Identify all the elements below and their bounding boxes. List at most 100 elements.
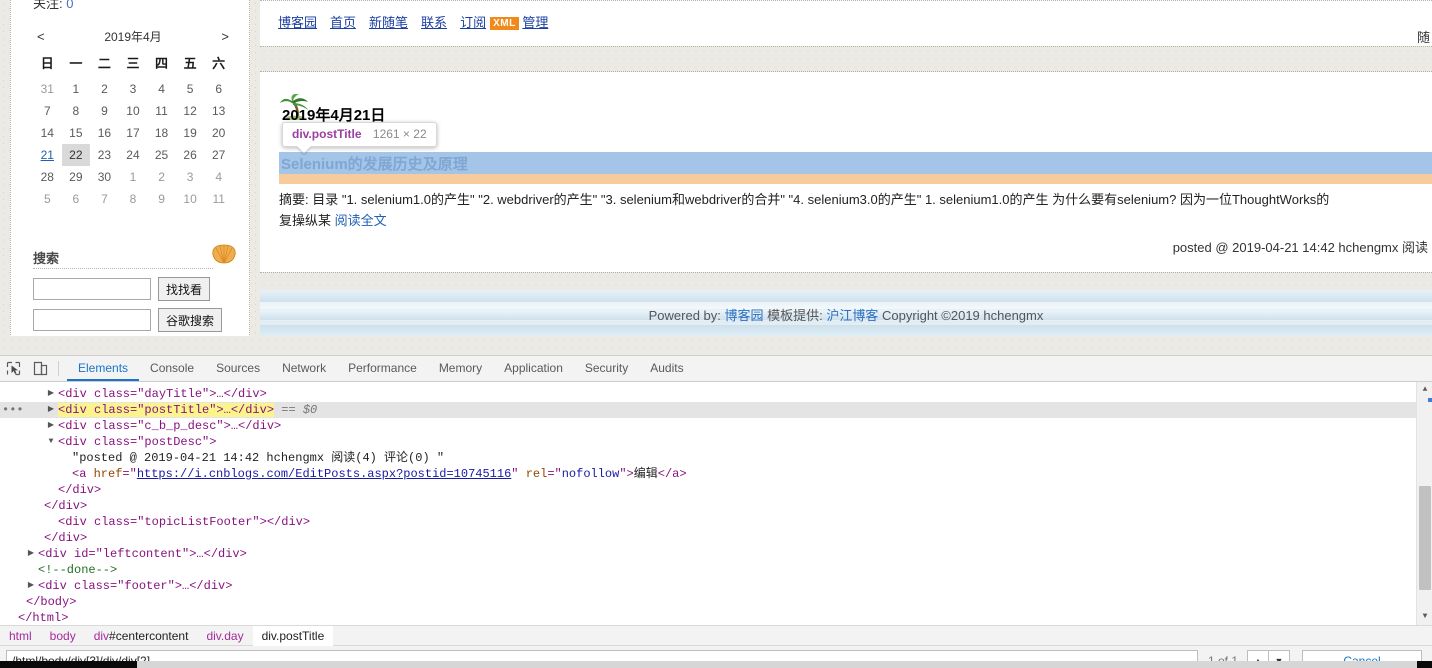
calendar-day-8: 8 — [129, 192, 137, 206]
device-toolbar-icon[interactable] — [27, 356, 54, 381]
dom-anchor-text: 编辑 — [633, 467, 658, 481]
nav-link-1[interactable]: 首页 — [330, 15, 356, 30]
dom-line-1-text: <div class="dayTitle">…</div> — [58, 387, 267, 401]
calendar-day-5: 5 — [43, 192, 51, 206]
calendar-day-6: 6 — [215, 82, 223, 96]
breadcrumb-div-day[interactable]: div.day — [197, 626, 252, 646]
calendar-day-10: 10 — [126, 104, 140, 118]
calendar-day-3: 3 — [129, 82, 137, 96]
devtools-tab-audits[interactable]: Audits — [639, 356, 694, 381]
calendar-week-row: 5 6 7 8 9 10 11 — [33, 188, 233, 210]
calendar-week-row: 21 22 23 24 25 26 27 — [33, 144, 233, 166]
dom-line[interactable]: <!--done--> — [0, 562, 1432, 578]
scroll-down-icon[interactable]: ▼ — [1417, 609, 1432, 625]
calendar-next-button[interactable]: > — [221, 29, 229, 44]
dom-line[interactable]: ▶ <div id="leftcontent">…</div> — [0, 546, 1432, 562]
expand-arrow-icon-3[interactable]: ▶ — [46, 418, 56, 434]
nav-link-5[interactable]: 管理 — [522, 15, 548, 30]
expand-arrow-icon-4[interactable]: ▶ — [26, 546, 36, 562]
dom-line[interactable]: <div class="topicListFooter"></div> — [0, 514, 1432, 530]
devtools-tab-elements[interactable]: Elements — [67, 356, 140, 381]
breadcrumb-div-centercontent[interactable]: div#centercontent — [85, 626, 198, 646]
element-highlight-tooltip: div.postTitle 1261 × 22 — [282, 122, 437, 147]
dom-line-15-text: </html> — [18, 611, 69, 625]
post-title-link[interactable]: Selenium的发展历史及原理 — [279, 153, 468, 174]
template-link[interactable]: 沪江博客 — [826, 308, 878, 323]
calendar-day-15: 15 — [69, 126, 83, 140]
calendar-week-row: 7 8 9 10 11 12 13 — [33, 100, 233, 122]
dom-line[interactable]: <a href="https://i.cnblogs.com/EditPosts… — [0, 466, 1432, 482]
dom-line[interactable]: </div> — [0, 498, 1432, 514]
dom-line[interactable]: </html> — [0, 610, 1432, 625]
dom-line-2-text: <div class="postTitle">…</div> — [58, 403, 275, 417]
devtools-tab-memory[interactable]: Memory — [428, 356, 493, 381]
dom-line[interactable]: ▼ <div class="postDesc"> — [0, 434, 1432, 450]
calendar-day-17: 17 — [126, 126, 140, 140]
calendar-day-14: 14 — [40, 126, 54, 140]
tooltip-dimensions: 1261 × 22 — [372, 127, 427, 141]
inspect-element-icon[interactable] — [0, 356, 27, 381]
calendar-day-22: 22 — [61, 144, 91, 166]
calendar-weekday-4: 四 — [155, 56, 169, 71]
post-summary-text-2: 复操纵某 — [279, 213, 332, 228]
devtools-tab-performance[interactable]: Performance — [337, 356, 428, 381]
search-match-marker — [1428, 398, 1432, 402]
calendar-prev-button[interactable]: < — [37, 29, 45, 44]
calendar-day-25: 25 — [154, 148, 169, 162]
powered-by-link[interactable]: 博客园 — [725, 308, 764, 323]
devtools-tab-sources[interactable]: Sources — [205, 356, 271, 381]
scroll-up-icon[interactable]: ▲ — [1417, 382, 1432, 398]
footer-gap-band — [260, 272, 1432, 290]
calendar-day-21[interactable]: 21 — [33, 144, 62, 166]
breadcrumb-html[interactable]: html — [0, 626, 41, 646]
more-options-icon[interactable]: ••• — [2, 404, 24, 416]
dom-line[interactable]: ▶ <div class="footer">…</div> — [0, 578, 1432, 594]
search-section-divider — [33, 268, 213, 269]
dom-breadcrumb: html body div#centercontent div.day div.post… — [0, 625, 1432, 646]
nav-link-0[interactable]: 博客园 — [278, 15, 317, 30]
google-search-button[interactable]: 谷歌搜索 — [158, 308, 223, 332]
site-search-input[interactable] — [33, 278, 151, 300]
dom-anchor-href[interactable]: https://i.cnblogs.com/EditPosts.aspx?pos… — [137, 467, 511, 481]
calendar-table: 日一二三四五六 31 1 2 3 4 5 6 7 8 9 10 11 12 13 14 15 16 17 18 19 2… — [33, 49, 233, 210]
calendar-weekday-1: 一 — [69, 56, 83, 71]
calendar-day-16: 16 — [97, 126, 112, 140]
google-search-input[interactable] — [33, 309, 151, 331]
calendar-weekday-5: 五 — [183, 56, 197, 71]
calendar-day-7: 7 — [43, 104, 51, 118]
dom-line[interactable]: </div> — [0, 530, 1432, 546]
dom-line[interactable]: </body> — [0, 594, 1432, 610]
calendar-day-26: 26 — [183, 148, 197, 162]
dom-line[interactable]: ▶ <div class="c_b_p_desc">…</div> — [0, 418, 1432, 434]
follow-count: 关注: 0 — [33, 0, 73, 12]
site-search-button[interactable]: 找找看 — [158, 277, 211, 301]
dom-line[interactable]: "posted @ 2019-04-21 14:42 hchengmx 阅读(4… — [0, 450, 1432, 466]
nav-link-2[interactable]: 新随笔 — [369, 15, 408, 30]
devtools-tab-security[interactable]: Security — [574, 356, 639, 381]
breadcrumb-body[interactable]: body — [41, 626, 85, 646]
read-more-link[interactable]: 阅读全文 — [335, 213, 387, 228]
calendar-day-28: 28 — [40, 170, 54, 184]
calendar-weekday-0: 日 — [40, 56, 54, 71]
calendar-day-6: 6 — [72, 192, 80, 206]
devtools-toolbar: Elements Console Sources Network Performance… — [0, 356, 1432, 382]
breadcrumb-div-postTitle[interactable]: div.postTitle — [252, 625, 334, 646]
dom-line-7-text: </div> — [58, 483, 102, 497]
dom-line-selected[interactable]: ••• ▶ <div class="postTitle">…</div> == … — [0, 402, 1432, 418]
nav-link-4[interactable]: 订阅 — [460, 15, 486, 30]
xml-badge[interactable]: XML — [490, 17, 519, 30]
expand-arrow-icon[interactable]: ▶ — [46, 386, 56, 402]
collapse-arrow-icon[interactable]: ▼ — [46, 434, 56, 450]
scrollbar-thumb[interactable] — [1419, 486, 1431, 590]
nav-link-3[interactable]: 联系 — [421, 15, 447, 30]
calendar-weekday-row: 日一二三四五六 — [33, 49, 233, 78]
dom-line[interactable]: ▶ <div class="dayTitle">…</div> — [0, 386, 1432, 402]
devtools-tab-network[interactable]: Network — [271, 356, 337, 381]
calendar-widget: < 2019年4月 > 日一二三四五六 31 1 2 3 4 5 6 7 8 9 10 11 12 13 1… — [33, 28, 233, 210]
devtools-tab-application[interactable]: Application — [493, 356, 574, 381]
dom-line[interactable]: </div> — [0, 482, 1432, 498]
dom-tree-scrollbar[interactable]: ▲ ▼ — [1416, 382, 1432, 625]
expand-arrow-icon-2[interactable]: ▶ — [46, 402, 56, 418]
expand-arrow-icon-5[interactable]: ▶ — [26, 578, 36, 594]
devtools-tab-console[interactable]: Console — [139, 356, 205, 381]
